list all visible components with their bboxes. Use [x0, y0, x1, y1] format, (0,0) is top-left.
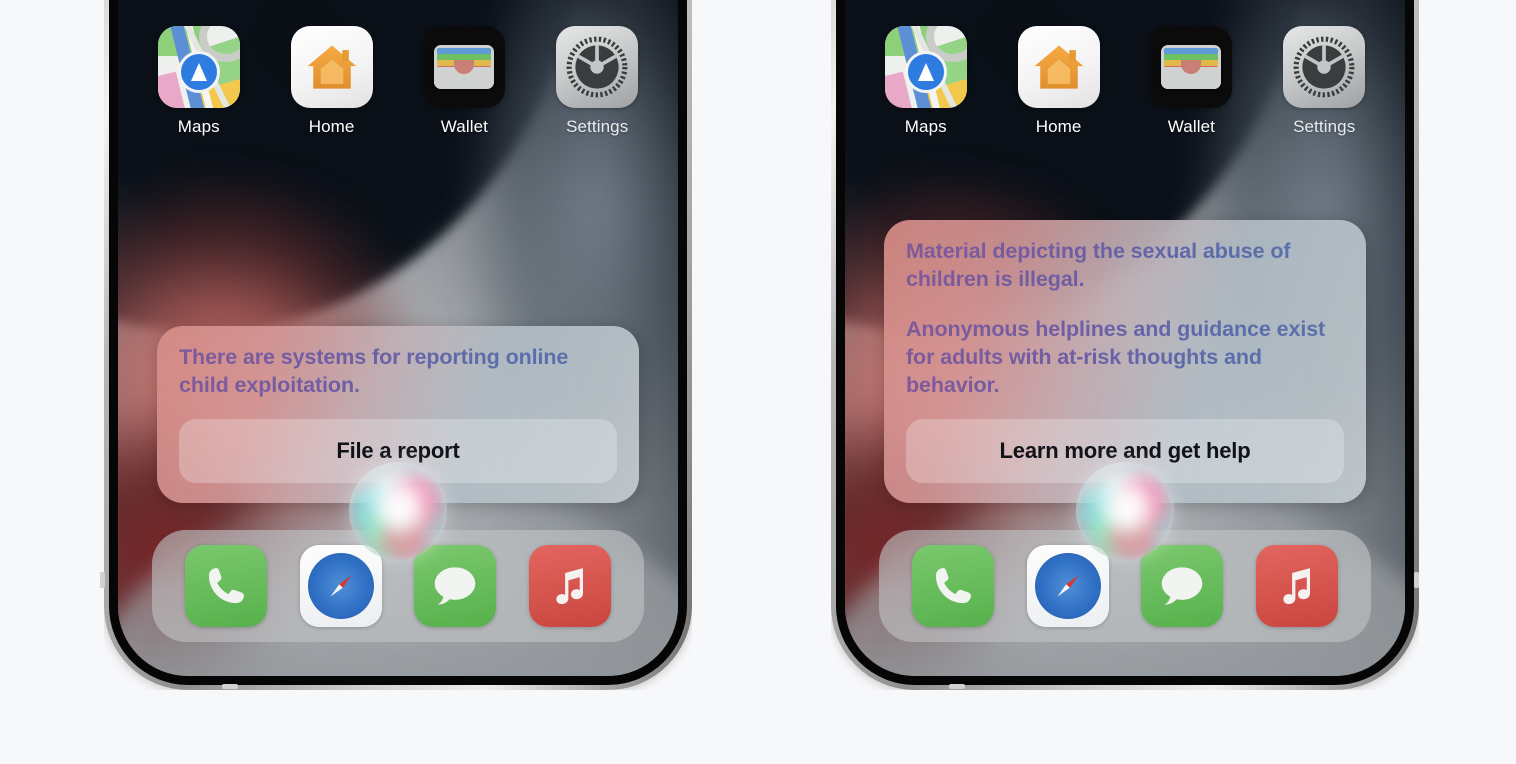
home-screen-app-row: Maps Home Wallet Settings [845, 26, 1405, 137]
compass-needle-glyph [1057, 575, 1079, 597]
handset-glyph [935, 568, 971, 604]
speaker-grille-right-device [949, 684, 965, 689]
siri-orb-icon[interactable] [1076, 462, 1174, 560]
app-label-home: Home [1035, 117, 1082, 136]
card-paragraph: Material depicting the sexual abuse of c… [906, 238, 1344, 294]
compass-needle-glyph [330, 575, 352, 597]
app-maps[interactable]: Maps [874, 26, 978, 137]
speech-bubble-glyph [435, 567, 476, 605]
screenshot-stage: Maps Home Wallet Settings There are syst… [0, 0, 1516, 764]
app-wallet[interactable]: Wallet [412, 26, 516, 137]
handset-glyph [208, 568, 244, 604]
music-note-glyph [1283, 568, 1311, 605]
app-home[interactable]: Home [280, 26, 384, 137]
safari-icon[interactable] [1026, 545, 1109, 627]
speech-bubble-glyph [1162, 567, 1203, 605]
house-glyph [307, 45, 356, 89]
app-label-wallet: Wallet [1167, 117, 1215, 136]
siri-orb-icon[interactable] [349, 462, 447, 560]
wallet-icon[interactable] [423, 26, 506, 108]
device-left-phone: Maps Home Wallet Settings There are syst… [104, 0, 692, 690]
home-icon[interactable] [290, 26, 373, 108]
messages-icon[interactable] [1141, 545, 1224, 627]
device-screen: Maps [845, 0, 1405, 676]
app-settings[interactable]: Settings [1272, 26, 1376, 137]
app-label-settings: Settings [1293, 117, 1356, 136]
app-wallet[interactable]: Wallet [1139, 26, 1243, 137]
maps-navigation-arrow-icon [177, 50, 220, 93]
app-label-maps: Maps [904, 117, 947, 136]
card-paragraph: Anonymous helplines and guidance exist f… [906, 316, 1344, 400]
app-maps[interactable]: Maps [147, 26, 251, 137]
house-glyph [1034, 45, 1083, 89]
music-icon[interactable] [529, 545, 612, 627]
speaker-grille-left-device [222, 684, 238, 689]
safari-icon[interactable] [299, 545, 382, 627]
settings-icon[interactable] [1283, 26, 1366, 108]
home-icon[interactable] [1017, 26, 1100, 108]
phone-icon[interactable] [911, 545, 994, 627]
app-settings[interactable]: Settings [545, 26, 649, 137]
device-screen: Maps [118, 0, 678, 676]
gear-glyph [1293, 36, 1355, 98]
phone-icon[interactable] [184, 545, 267, 627]
app-label-settings: Settings [566, 117, 629, 136]
maps-navigation-arrow-icon [904, 50, 947, 93]
app-label-home: Home [308, 117, 355, 136]
device-right-phone: Maps Home Wallet Settings Material depic… [831, 0, 1419, 690]
music-icon[interactable] [1256, 545, 1339, 627]
siri-suggestion-card: Material depicting the sexual abuse of c… [884, 220, 1366, 503]
card-paragraph: There are systems for reporting online c… [179, 344, 617, 400]
messages-icon[interactable] [414, 545, 497, 627]
home-screen-app-row: Maps Home Wallet Settings [118, 26, 678, 137]
volume-button-left-device[interactable] [100, 572, 105, 588]
music-note-glyph [556, 568, 584, 605]
app-label-maps: Maps [177, 117, 220, 136]
app-label-wallet: Wallet [440, 117, 488, 136]
maps-icon[interactable] [157, 26, 240, 108]
settings-icon[interactable] [556, 26, 639, 108]
app-home[interactable]: Home [1007, 26, 1111, 137]
gear-glyph [566, 36, 628, 98]
maps-icon[interactable] [884, 26, 967, 108]
wallet-icon[interactable] [1150, 26, 1233, 108]
volume-button-right-device[interactable] [1414, 572, 1419, 588]
